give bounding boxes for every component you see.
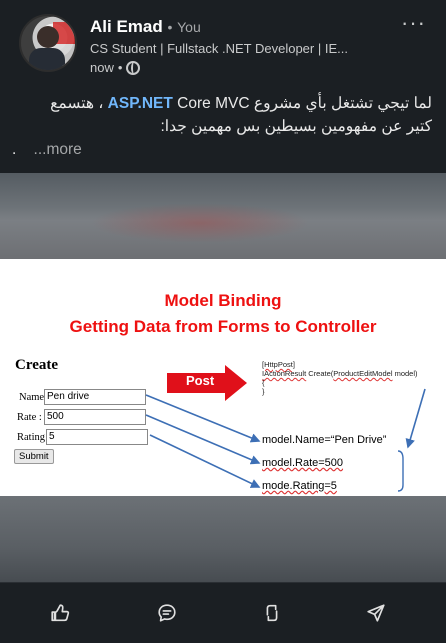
repost-icon xyxy=(266,604,278,622)
arrow-name xyxy=(145,394,261,443)
arrow-rating xyxy=(149,434,261,488)
repost-button[interactable] xyxy=(258,599,286,627)
more-options-icon[interactable]: ··· xyxy=(401,10,426,36)
comment-icon xyxy=(158,604,176,622)
post-action-bar xyxy=(0,582,446,643)
like-button[interactable] xyxy=(46,599,74,627)
post-line-3: . ...more xyxy=(12,138,432,161)
comment-button[interactable] xyxy=(153,599,181,627)
avatar[interactable] xyxy=(19,14,77,72)
post-line-2: كتير عن مفهومين بسيطين بس مهمين جدا: xyxy=(160,118,432,135)
post-line-1-part-a: لما تيجي تشتغل بأي مشروع xyxy=(249,95,432,112)
blurred-image-bottom xyxy=(0,496,446,582)
author-name-row[interactable]: Ali Emad • You xyxy=(90,17,201,37)
post-time-separator: • xyxy=(117,60,123,75)
post-image[interactable]: Model Binding Getting Data from Forms to… xyxy=(0,259,446,496)
post-line-1: لما تيجي تشتغل بأي مشروع ASP.NET Core MV… xyxy=(12,92,432,115)
arrow-model xyxy=(405,388,426,449)
globe-icon xyxy=(126,60,141,75)
arrow-rate xyxy=(145,414,261,465)
like-icon xyxy=(51,604,70,622)
model-brace xyxy=(397,450,404,492)
author-headline: CS Student | Fullstack .NET Developer | … xyxy=(90,41,348,56)
hashtag-aspnet[interactable]: ASP.NET xyxy=(108,95,173,112)
see-more-link[interactable]: ...more xyxy=(34,141,82,158)
author-separator: • xyxy=(167,19,173,35)
post-time: now xyxy=(90,60,114,75)
post-line-1-part-c: ، هتسمع xyxy=(50,95,104,112)
blurred-image-top xyxy=(0,173,446,259)
send-icon xyxy=(367,604,385,622)
author-you-badge: You xyxy=(177,19,201,35)
post-header: Ali Emad • You CS Student | Fullstack .N… xyxy=(0,0,446,88)
post-line-3-dot: . xyxy=(12,141,17,158)
binding-arrows xyxy=(145,388,426,492)
send-button[interactable] xyxy=(362,599,390,627)
author-name[interactable]: Ali Emad xyxy=(90,17,163,36)
avatar-body xyxy=(29,48,65,70)
post-text[interactable]: لما تيجي تشتغل بأي مشروع ASP.NET Core MV… xyxy=(12,92,432,161)
post-meta: now • xyxy=(90,60,141,75)
avatar-head xyxy=(37,26,59,48)
